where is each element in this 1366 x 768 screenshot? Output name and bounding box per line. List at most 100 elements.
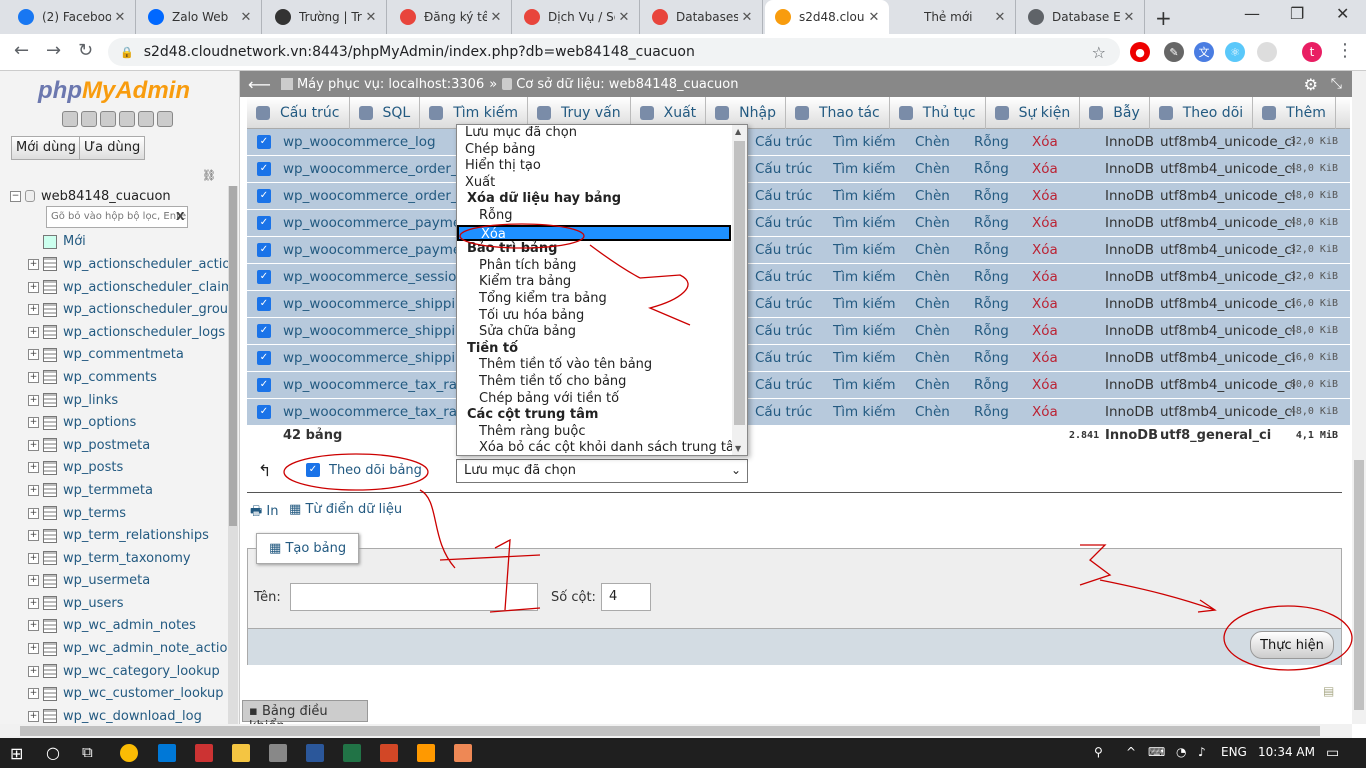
empty-link[interactable]: Rỗng (974, 161, 1009, 177)
dropdown-option[interactable]: Sửa chữa bảng (457, 324, 747, 341)
search-link[interactable]: Tìm kiếm (833, 404, 895, 420)
insert-link[interactable]: Chèn (915, 215, 950, 231)
expand-icon[interactable]: + (28, 484, 39, 496)
collapse-icon[interactable]: − (10, 190, 21, 202)
dropdown-option[interactable]: Hiển thị tạo (457, 158, 747, 175)
dropdown-option[interactable]: Xóa bỏ các cột khỏi danh sách trung tâm (457, 440, 747, 455)
minimize-panel-icon[interactable]: ⤡ (1331, 76, 1342, 92)
logout-icon[interactable] (81, 111, 97, 127)
tree-table-item[interactable]: + wp_posts (8, 457, 230, 480)
horizontal-scroll-thumb[interactable] (20, 726, 1320, 736)
tab-tracking[interactable]: Theo dõi (1150, 96, 1254, 129)
language-indicator[interactable]: ENG (1221, 745, 1247, 759)
empty-link[interactable]: Rỗng (974, 269, 1009, 285)
empty-link[interactable]: Rỗng (974, 377, 1009, 393)
tree-table-item[interactable]: + wp_actionscheduler_claim (8, 276, 234, 299)
close-window-icon[interactable]: ✕ (1336, 4, 1349, 23)
drop-link[interactable]: Xóa (1032, 269, 1058, 285)
dropdown-scrollbar[interactable]: ▲ ▼ (732, 125, 747, 455)
expand-icon[interactable]: + (28, 439, 39, 451)
table-name-link[interactable]: wp_woocommerce_paymen (283, 242, 470, 258)
drop-link[interactable]: Xóa (1032, 323, 1058, 339)
expand-icon[interactable]: + (28, 643, 39, 655)
scroll-up-icon[interactable]: ▲ (735, 127, 741, 136)
close-tab-icon[interactable]: ✕ (237, 10, 255, 25)
tree-new-table[interactable]: Mới (8, 231, 230, 254)
docs-icon[interactable] (119, 111, 135, 127)
tree-table-item[interactable]: + wp_comments (8, 366, 230, 389)
empty-link[interactable]: Rỗng (974, 188, 1009, 204)
tree-table-item[interactable]: + wp_actionscheduler_logs (8, 321, 230, 344)
console-toggle[interactable]: ▪ Bảng điều khiển (242, 700, 368, 734)
empty-link[interactable]: Rỗng (974, 215, 1009, 231)
expand-icon[interactable]: + (28, 281, 39, 293)
tree-table-item[interactable]: + wp_options (8, 411, 230, 434)
tree-table-item[interactable]: + wp_wc_category_lookup (8, 660, 230, 683)
extension-icon[interactable]: ✎ (1164, 42, 1184, 62)
bookmark-star-icon[interactable]: ☆ (1092, 43, 1106, 62)
structure-link[interactable]: Cấu trúc (755, 350, 812, 366)
extension-icon[interactable] (1257, 42, 1277, 62)
search-link[interactable]: Tìm kiếm (833, 215, 895, 231)
tab-triggers[interactable]: Bẫy (1080, 96, 1150, 129)
task-view-icon[interactable]: ⧉ (82, 743, 93, 761)
insert-link[interactable]: Chèn (915, 134, 950, 150)
app-taskbar-icon[interactable] (454, 744, 472, 762)
expand-icon[interactable]: + (28, 530, 39, 542)
browser-tab[interactable]: Đăng ký tên✕ (390, 0, 512, 34)
drop-link[interactable]: Xóa (1032, 404, 1058, 420)
check-all-label[interactable]: Theo dõi bảng (329, 463, 422, 478)
link-icon[interactable]: ⛓ (202, 169, 216, 182)
row-checkbox[interactable]: ✓ (257, 351, 271, 365)
tree-table-item[interactable]: + wp_wc_download_log (8, 705, 230, 724)
tree-table-item[interactable]: + wp_users (8, 592, 230, 615)
powerpoint-icon[interactable] (380, 744, 398, 762)
search-link[interactable]: Tìm kiếm (833, 134, 895, 150)
table-filter-input[interactable]: Gõ bỏ vào hộp bộ lọc, Enter đ (46, 206, 188, 228)
tab-routines[interactable]: Thủ tục (890, 96, 986, 129)
sidebar-scrollbar[interactable] (228, 186, 238, 724)
table-name-link[interactable]: wp_woocommerce_paymen (283, 215, 470, 231)
drop-link[interactable]: Xóa (1032, 350, 1058, 366)
profile-avatar[interactable]: t (1302, 42, 1322, 62)
settings-gear-icon[interactable]: ⚙ (1304, 75, 1318, 94)
empty-link[interactable]: Rỗng (974, 134, 1009, 150)
volume-icon[interactable]: ♪ (1198, 745, 1206, 759)
drop-link[interactable]: Xóa (1032, 377, 1058, 393)
app-taskbar-icon[interactable] (269, 744, 287, 762)
reload-icon[interactable]: ↻ (78, 40, 93, 61)
help-icon[interactable] (100, 111, 116, 127)
expand-icon[interactable]: + (28, 326, 39, 338)
dropdown-option[interactable]: Lưu mục đã chọn (457, 125, 747, 142)
structure-link[interactable]: Cấu trúc (755, 242, 812, 258)
table-name-link[interactable]: wp_woocommerce_order_it (283, 188, 467, 204)
browser-tab[interactable]: (2) Faceboo ✕ (8, 0, 136, 34)
insert-link[interactable]: Chèn (915, 242, 950, 258)
recent-tables-button[interactable]: Mới dùng (11, 136, 81, 160)
insert-link[interactable]: Chèn (915, 323, 950, 339)
search-icon[interactable]: ○ (46, 743, 60, 762)
app-taskbar-icon[interactable] (195, 744, 213, 762)
excel-icon[interactable] (343, 744, 361, 762)
browser-tab[interactable]: Trường | Tre ✕ (265, 0, 387, 34)
close-tab-icon[interactable]: ✕ (738, 10, 756, 25)
chrome-taskbar-icon[interactable] (120, 744, 138, 762)
settings-icon[interactable] (138, 111, 154, 127)
table-name-link[interactable]: wp_woocommerce_shippin (283, 350, 464, 366)
tree-table-item[interactable]: + wp_usermeta (8, 570, 230, 593)
tab-events[interactable]: Sự kiện (986, 96, 1081, 129)
table-name-link[interactable]: wp_woocommerce_tax_rate (283, 377, 471, 393)
insert-link[interactable]: Chèn (915, 404, 950, 420)
url-input[interactable]: 🔒 s2d48.cloudnetwork.vn:8443/phpMyAdmin/… (108, 38, 1120, 66)
structure-link[interactable]: Cấu trúc (755, 377, 812, 393)
expand-icon[interactable]: + (28, 552, 39, 564)
dropdown-option[interactable]: Phân tích bảng (457, 258, 747, 275)
structure-link[interactable]: Cấu trúc (755, 323, 812, 339)
people-icon[interactable]: ⚲ (1094, 745, 1103, 759)
table-name-link[interactable]: wp_woocommerce_tax_rate (283, 404, 471, 420)
search-link[interactable]: Tìm kiếm (833, 377, 895, 393)
expand-icon[interactable]: + (28, 665, 39, 677)
favorite-tables-button[interactable]: Ưa dùng (79, 136, 146, 160)
menu-icon[interactable]: ⋮ (1336, 40, 1354, 61)
empty-link[interactable]: Rỗng (974, 323, 1009, 339)
